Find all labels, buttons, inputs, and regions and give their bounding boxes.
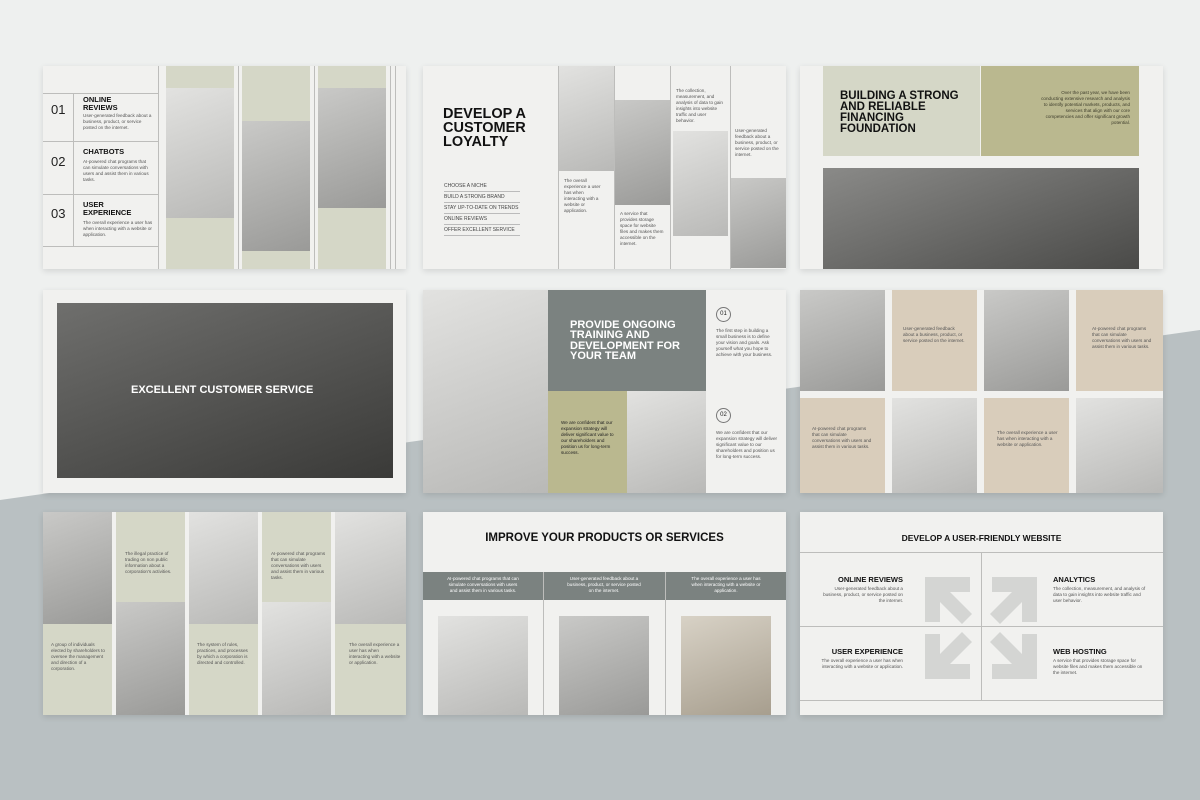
person-photo [335,512,406,624]
slide-4[interactable]: EXCELLENT CUSTOMER SERVICE [43,290,406,493]
birds-photo [615,100,670,205]
product-photo [559,616,649,715]
slide-title: DEVELOP A USER-FRIENDLY WEBSITE [901,533,1062,543]
item-title: ONLINE REVIEWS [83,95,118,112]
item-desc: The overall experience a user has when i… [83,220,153,237]
person-photo [892,398,977,493]
slide-title: PROVIDE ONGOING TRAINING AND DEVELOPMENT… [570,319,681,363]
mirror-photo [731,178,786,268]
person-photo [1076,398,1163,493]
slide-9[interactable]: DEVELOP A USER-FRIENDLY WEBSITE ONLINE R… [800,512,1163,715]
feature-text: The collection, measurement, and analysi… [1053,586,1146,603]
list-item: STAY UP-TO-DATE ON TRENDS [444,203,520,214]
item-title: USER EXPERIENCE [83,200,132,217]
feature-text: User-generated feedback about a business… [823,586,903,603]
item-title: CHATBOTS [83,147,125,156]
item-desc: User-generated feedback about a business… [83,113,152,130]
panel-text: AI-powered chat programs that can simula… [271,551,326,580]
item-number: 02 [51,154,66,169]
slide-5[interactable]: PROVIDE ONGOING TRAINING AND DEVELOPMENT… [423,290,786,493]
list-item: OFFER EXCELLENT SERVICE [444,225,520,236]
slide-6[interactable]: User-generated feedback about a business… [800,290,1163,493]
slide-3[interactable]: BUILDING A STRONG AND RELIABLE FINANCING… [800,66,1163,269]
slide-2[interactable]: DEVELOP A CUSTOMER LOYALTY CHOOSE A NICH… [423,66,786,269]
checklist: CHOOSE A NICHE BUILD A STRONG BRAND STAY… [444,181,520,236]
step-text: We are confident that our expansion stra… [716,430,778,459]
column-text: The overall experience a user has when i… [691,576,761,593]
fashion-photo [166,88,234,218]
feature-text: A service that provides storage space fo… [1053,658,1143,675]
person-photo [262,602,331,715]
slide-8[interactable]: IMPROVE YOUR PRODUCTS OR SERVICES AI-pow… [423,512,786,715]
item-desc: AI-powered chat programs that can simula… [83,159,149,182]
leaf-photo [423,290,548,493]
photo-column [166,66,234,269]
panel-text: The system of rules, practices, and proc… [197,642,248,665]
person-photo [800,290,885,391]
panel-text: A group of individuals elected by shareh… [51,642,105,671]
list-item: CHOOSE A NICHE [444,181,520,192]
column-text: A service that provides storage space fo… [620,211,664,246]
feature-text: The overall experience a user has when i… [821,658,903,669]
feature-title: WEB HOSTING [1053,647,1107,656]
feature-title: ANALYTICS [1053,575,1096,584]
column-text: AI-powered chat programs that can simula… [447,576,519,593]
text-panel [335,624,406,715]
car-photo [318,88,386,208]
slide-7[interactable]: A group of individuals elected by shareh… [43,512,406,715]
person-photo [984,290,1069,391]
panel-text: AI-powered chat programs that can simula… [1092,326,1152,349]
sofa-photo [673,131,728,236]
step-number-badge: 02 [716,408,731,423]
panel-text: The overall experience a user has when i… [349,642,401,665]
panel-text: AI-powered chat programs that can simula… [812,426,872,449]
slide-title: DEVELOP A CUSTOMER LOYALTY [443,106,526,150]
panel-text: The illegal practice of trading on non p… [125,551,172,574]
slide-title: EXCELLENT CUSTOMER SERVICE [131,384,314,396]
slide-1[interactable]: 01 ONLINE REVIEWS User-generated feedbac… [43,66,406,269]
list-item: ONLINE REVIEWS [444,214,520,225]
quote-text: We are confident that our expansion stra… [561,420,614,455]
wire-cubes-photo [559,66,614,171]
person-photo [189,512,258,624]
person-photo [43,512,112,624]
item-number: 03 [51,206,66,221]
panel-text: User-generated feedback about a business… [903,326,965,343]
slide-title: BUILDING A STRONG AND RELIABLE FINANCING… [840,90,959,135]
text-panel [189,624,258,715]
item-number: 01 [51,102,66,117]
plant-photo [242,121,310,251]
column-text: User-generated feedback about a business… [735,128,779,157]
column-text: User-generated feedback about a business… [567,576,641,593]
product-photo [438,616,528,715]
step-number-badge: 01 [716,307,731,322]
step-text: The first step in building a small busin… [716,328,773,357]
photo-column [242,66,310,269]
slide-title: IMPROVE YOUR PRODUCTS OR SERVICES [485,532,724,544]
product-photo [681,616,771,715]
feature-title: ONLINE REVIEWS [837,575,903,584]
feature-title: USER EXPERIENCE [831,647,903,656]
sunflower-photo [627,391,706,493]
clothes-rack-photo [823,168,1139,269]
body-text: Over the past year, we have been conduct… [1041,90,1130,125]
person-photo [116,602,185,715]
panel-text: The overall experience a user has when i… [997,430,1058,447]
arrows-converge-icon [925,577,1037,679]
list-item: BUILD A STRONG BRAND [444,192,520,203]
photo-column [318,66,386,269]
column-text: The collection, measurement, and analysi… [676,88,723,123]
column-text: The overall experience a user has when i… [564,178,601,213]
